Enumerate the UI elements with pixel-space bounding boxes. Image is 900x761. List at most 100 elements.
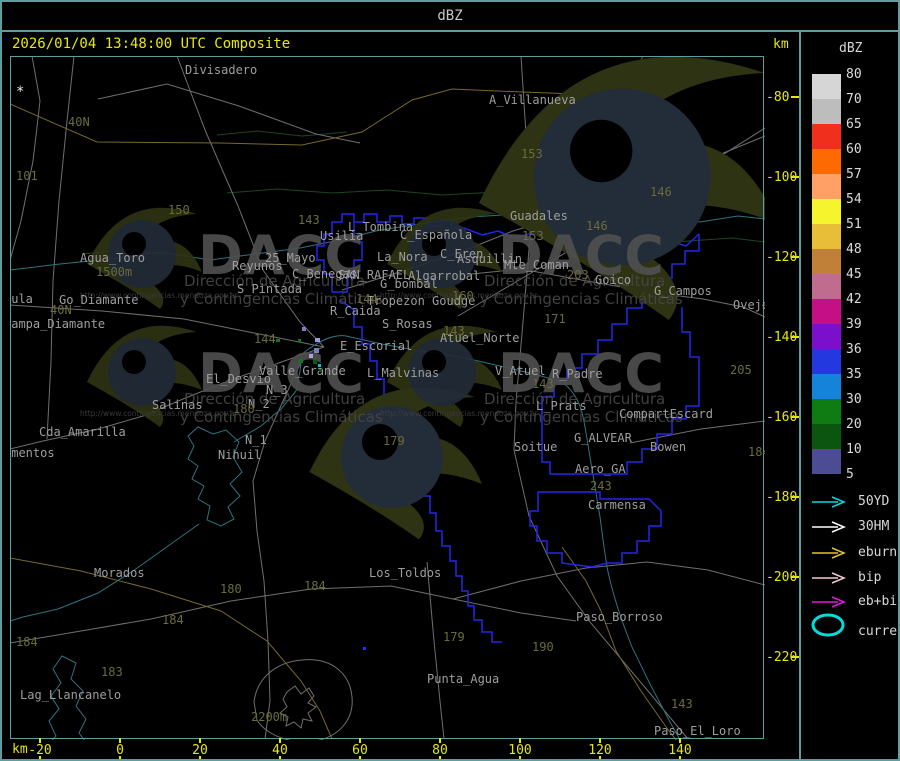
legend-symbol-row: 30HM xyxy=(810,519,850,533)
route-number-label: 205 xyxy=(730,364,752,376)
route-number-label: 2200m xyxy=(251,711,287,723)
route-number-label: 153 xyxy=(522,230,544,242)
place-label: Nihuil xyxy=(218,449,261,461)
bottom-axis-tick-mark xyxy=(119,756,121,761)
place-label: Paso_El_Loro xyxy=(654,725,741,737)
radar-map-canvas[interactable]: DACCDirección de Agriculturay Contingenc… xyxy=(10,56,765,740)
place-label: Paso_Borroso xyxy=(576,611,663,623)
bottom-axis-tick-mark xyxy=(359,756,361,761)
right-axis-tick-mark xyxy=(791,656,799,658)
place-label: Agua_Toro xyxy=(80,252,145,264)
route-number-label: 160 xyxy=(452,290,474,302)
place-label: El_Desvio xyxy=(206,373,271,385)
place-label: S_Rosas xyxy=(382,318,433,330)
place-label: N_1 xyxy=(245,434,267,446)
place-label: CompartEscard xyxy=(619,408,713,420)
dbz-scale-swatch xyxy=(812,249,841,274)
radar-echo xyxy=(319,369,322,372)
bottom-axis-tick-mark xyxy=(39,756,41,761)
route-number-label: 101 xyxy=(16,170,38,182)
route-number-label: 143 xyxy=(298,214,320,226)
legend-symbol-label: current xyxy=(858,625,900,638)
current-cell-ellipse-icon xyxy=(810,612,850,638)
dbz-scale-label: 54 xyxy=(846,193,862,206)
route-number-label: 180 xyxy=(220,583,242,595)
dbz-scale-swatch xyxy=(812,124,841,149)
right-axis-tick-mark xyxy=(791,496,799,498)
route-number-label: 40N xyxy=(50,304,72,316)
legend-symbol-label: 30HM xyxy=(858,520,889,533)
route-number-label: 179 xyxy=(443,631,465,643)
place-label: amentos xyxy=(10,447,55,459)
dbz-scale-label: 65 xyxy=(846,118,862,131)
right-axis-tick-mark xyxy=(791,256,799,258)
eburn-arrow-icon xyxy=(810,546,850,560)
place-label: V_Atuel xyxy=(495,365,546,377)
dbz-scale-swatch xyxy=(812,174,841,199)
route-number-label: 190 xyxy=(532,641,554,653)
legend-symbol-label: eb+bip xyxy=(858,595,900,608)
route-number-label: 1500m xyxy=(96,266,132,278)
legend-title: dBZ xyxy=(839,41,862,56)
place-label: Bowen xyxy=(650,441,686,453)
bottom-axis-unit-label: km xyxy=(12,742,28,757)
route-number-label: 40N xyxy=(68,116,90,128)
radar-echo xyxy=(314,348,319,353)
radar-echo xyxy=(315,338,320,342)
dbz-scale-swatch xyxy=(812,274,841,299)
route-number-label: 144 xyxy=(254,333,276,345)
place-label: S_Pintada xyxy=(237,283,302,295)
radar-echo xyxy=(309,354,313,358)
dbz-scale-label: 39 xyxy=(846,318,862,331)
place-label: Morados xyxy=(94,567,145,579)
radar-echo xyxy=(299,359,303,363)
radar-echo xyxy=(302,327,306,331)
route-number-label: 184 xyxy=(16,636,38,648)
legend-symbol-row: current xyxy=(810,618,850,632)
dbz-scale-label: 42 xyxy=(846,293,862,306)
dbz-scale-swatch xyxy=(812,199,841,224)
bottom-axis-tick-mark xyxy=(439,756,441,761)
dbz-scale-label: 10 xyxy=(846,443,862,456)
place-label: Los_Toldos xyxy=(369,567,441,579)
place-label: G_bombal xyxy=(380,278,438,290)
route-number-label: 203 xyxy=(567,269,589,281)
place-label: Goico xyxy=(595,274,631,286)
dbz-scale-swatch xyxy=(812,99,841,124)
dbz-scale-label: 80 xyxy=(846,68,862,81)
dbz-scale-label: 20 xyxy=(846,418,862,431)
dbz-scale-label: 51 xyxy=(846,218,862,231)
dbz-scale-label: 70 xyxy=(846,93,862,106)
place-label: Oveje xyxy=(733,299,765,311)
dbz-scale-label: 36 xyxy=(846,343,862,356)
right-axis-tick-mark xyxy=(791,176,799,178)
place-label: Valle_Grande xyxy=(259,365,346,377)
dbz-scale-swatch xyxy=(812,324,841,349)
dbz-scale-label: 5 xyxy=(846,468,854,481)
place-label: Punta_Agua xyxy=(427,673,499,685)
route-number-label: 171 xyxy=(544,313,566,325)
bottom-axis-tick-mark xyxy=(199,756,201,761)
place-label: Pampa_Diamante xyxy=(10,318,105,330)
place-label: A_Villanueva xyxy=(489,94,576,106)
legend-symbol-row: 50YD xyxy=(810,494,850,508)
dbz-scale-swatch xyxy=(812,424,841,449)
route-number-label: 143 xyxy=(532,378,554,390)
route-number-label: 143 xyxy=(671,698,693,710)
route-number-label: 150 xyxy=(168,204,190,216)
dbz-scale-label: 35 xyxy=(846,368,862,381)
radar-echo xyxy=(318,364,321,367)
page-title: dBZ xyxy=(437,8,462,24)
dbz-scale-swatch xyxy=(812,74,841,99)
legend-symbol-row: bip xyxy=(810,570,850,584)
radar-echo xyxy=(276,339,280,342)
30HM-arrow-icon xyxy=(810,520,850,534)
place-label: R_Caida xyxy=(330,305,381,317)
bottom-axis-tick-mark xyxy=(519,756,521,761)
dbz-scale-label: 45 xyxy=(846,268,862,281)
50YD-arrow-icon xyxy=(810,495,850,509)
dbz-scale-swatch xyxy=(812,399,841,424)
bottom-axis-tick-mark xyxy=(679,756,681,761)
route-number-label: 243 xyxy=(590,480,612,492)
bip-arrow-icon xyxy=(810,571,850,585)
